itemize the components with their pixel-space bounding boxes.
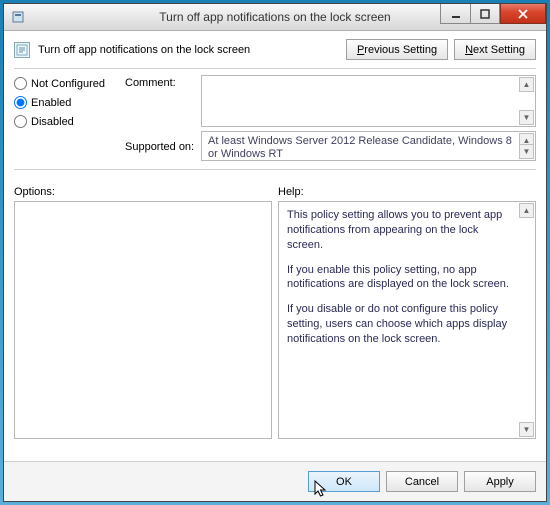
maximize-button[interactable] xyxy=(470,4,500,24)
previous-setting-button[interactable]: Previous Setting xyxy=(346,39,448,60)
scroll-down-icon[interactable]: ▼ xyxy=(519,422,534,437)
supported-on-label: Supported on: xyxy=(125,139,195,153)
panes: ▲ ▼ This policy setting allows you to pr… xyxy=(14,201,536,453)
radio-not-configured[interactable]: Not Configured xyxy=(14,77,119,90)
help-text: This policy setting allows you to preven… xyxy=(287,208,515,347)
pane-labels: Options: Help: xyxy=(14,186,536,198)
settings-grid: Not Configured Enabled Disabled Comment:… xyxy=(14,75,536,161)
scroll-up-icon[interactable]: ▲ xyxy=(519,203,534,218)
radio-disabled-label: Disabled xyxy=(31,116,74,128)
policy-icon xyxy=(14,42,30,58)
policy-title: Turn off app notifications on the lock s… xyxy=(38,44,250,56)
next-setting-label: Next Setting xyxy=(465,44,525,56)
titlebar[interactable]: Turn off app notifications on the lock s… xyxy=(4,4,546,31)
window-controls xyxy=(440,4,546,30)
supported-on-text: At least Windows Server 2012 Release Can… xyxy=(208,135,512,160)
previous-setting-label: Previous Setting xyxy=(357,44,437,56)
apply-button[interactable]: Apply xyxy=(464,471,536,492)
radio-disabled[interactable]: Disabled xyxy=(14,115,119,128)
supported-on-textbox: ▲ ▼ At least Windows Server 2012 Release… xyxy=(201,131,536,161)
close-button[interactable] xyxy=(500,4,546,24)
app-icon xyxy=(10,9,26,25)
minimize-button[interactable] xyxy=(440,4,470,24)
divider xyxy=(14,169,536,170)
comment-label: Comment: xyxy=(125,75,195,127)
content-area: Turn off app notifications on the lock s… xyxy=(4,31,546,501)
radio-not-configured-label: Not Configured xyxy=(31,78,105,90)
scroll-down-icon[interactable]: ▼ xyxy=(519,144,534,159)
help-p1: This policy setting allows you to preven… xyxy=(287,208,515,253)
radio-enabled-label: Enabled xyxy=(31,97,71,109)
radio-enabled-input[interactable] xyxy=(14,96,27,109)
bottom-bar: OK Cancel Apply xyxy=(4,461,546,501)
radio-enabled[interactable]: Enabled xyxy=(14,96,119,109)
options-label: Options: xyxy=(14,186,278,198)
ok-button[interactable]: OK xyxy=(308,471,380,492)
help-label: Help: xyxy=(278,186,304,198)
scroll-down-icon[interactable]: ▼ xyxy=(519,110,534,125)
cancel-label: Cancel xyxy=(405,476,439,488)
radio-not-configured-input[interactable] xyxy=(14,77,27,90)
scroll-up-icon[interactable]: ▲ xyxy=(519,77,534,92)
cancel-button[interactable]: Cancel xyxy=(386,471,458,492)
header-row: Turn off app notifications on the lock s… xyxy=(14,39,536,60)
options-pane xyxy=(14,201,272,439)
state-radios: Not Configured Enabled Disabled xyxy=(14,75,119,161)
comment-textarea[interactable]: ▲ ▼ xyxy=(201,75,536,127)
help-p2: If you enable this policy setting, no ap… xyxy=(287,263,515,293)
policy-editor-window: Turn off app notifications on the lock s… xyxy=(3,3,547,502)
ok-label: OK xyxy=(336,476,352,488)
divider xyxy=(14,68,536,69)
radio-disabled-input[interactable] xyxy=(14,115,27,128)
next-setting-button[interactable]: Next Setting xyxy=(454,39,536,60)
help-pane: ▲ ▼ This policy setting allows you to pr… xyxy=(278,201,536,439)
apply-label: Apply xyxy=(486,476,514,488)
help-p3: If you disable or do not configure this … xyxy=(287,302,515,347)
